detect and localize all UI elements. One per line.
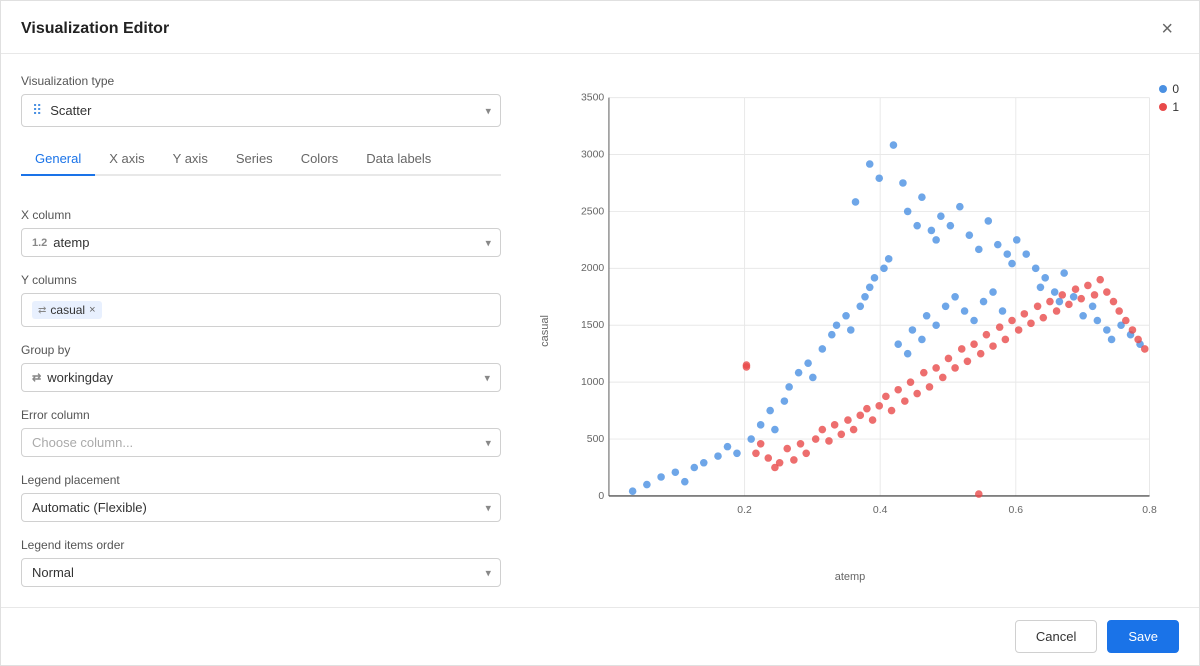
tab-colors[interactable]: Colors bbox=[287, 143, 353, 176]
vis-type-label: Visualization type bbox=[21, 74, 501, 88]
tab-data-labels[interactable]: Data labels bbox=[352, 143, 445, 176]
svg-text:2500: 2500 bbox=[581, 206, 604, 217]
y-axis-label: casual bbox=[539, 315, 551, 347]
scatter-chart: 0 500 1000 1500 2000 2500 3000 3500 0.2 … bbox=[571, 84, 1159, 557]
legend-items-order-select[interactable]: Normal ▾ bbox=[21, 558, 501, 587]
cancel-button[interactable]: Cancel bbox=[1015, 620, 1097, 653]
y-columns-label: Y columns bbox=[21, 273, 501, 287]
chart-container: casual bbox=[521, 74, 1179, 587]
save-button[interactable]: Save bbox=[1107, 620, 1179, 653]
dialog-title: Visualization Editor bbox=[21, 20, 169, 38]
scatter-icon: ⠿ bbox=[32, 102, 42, 119]
svg-text:2000: 2000 bbox=[581, 263, 604, 274]
visualization-editor-dialog: Visualization Editor × Visualization typ… bbox=[0, 0, 1200, 666]
error-column-label: Error column bbox=[21, 408, 501, 422]
group-by-arrow-icon: ▾ bbox=[484, 371, 490, 384]
close-button[interactable]: × bbox=[1155, 17, 1179, 41]
x-col-type-icon: 1.2 bbox=[32, 237, 47, 249]
group-by-icon: ⇄ bbox=[32, 371, 41, 384]
x-column-wrapper: 1.2 atemp ▾ bbox=[21, 228, 501, 257]
x-column-value: atemp bbox=[53, 235, 490, 250]
svg-text:0.8: 0.8 bbox=[1142, 505, 1157, 516]
dialog-header: Visualization Editor × bbox=[1, 1, 1199, 54]
left-panel: Visualization type ⠿ Scatter ▾ General X… bbox=[21, 74, 501, 587]
y-col-tag-icon: ⇄ bbox=[38, 305, 46, 316]
legend-items-order-value: Normal bbox=[32, 565, 490, 580]
chart-panel: 0 1 casual bbox=[521, 74, 1179, 587]
error-column-placeholder: Choose column... bbox=[32, 435, 490, 450]
x-column-select[interactable]: 1.2 atemp ▾ bbox=[21, 228, 501, 257]
svg-text:500: 500 bbox=[587, 434, 605, 445]
svg-text:0.4: 0.4 bbox=[873, 505, 888, 516]
y-col-tag-casual: ⇄ casual × bbox=[32, 301, 102, 319]
tab-y-axis[interactable]: Y axis bbox=[159, 143, 222, 176]
svg-text:3500: 3500 bbox=[581, 92, 604, 103]
vis-type-select-wrapper: ⠿ Scatter ▾ bbox=[21, 94, 501, 127]
svg-text:0.2: 0.2 bbox=[737, 505, 752, 516]
y-columns-select[interactable]: ⇄ casual × bbox=[21, 293, 501, 327]
svg-text:1500: 1500 bbox=[581, 320, 604, 331]
group-by-select[interactable]: ⇄ workingday ▾ bbox=[21, 363, 501, 392]
x-column-label: X column bbox=[21, 208, 501, 222]
group-by-wrapper: ⇄ workingday ▾ bbox=[21, 363, 501, 392]
svg-text:3000: 3000 bbox=[581, 149, 604, 160]
legend-items-order-wrapper: Normal ▾ bbox=[21, 558, 501, 587]
legend-items-order-label: Legend items order bbox=[21, 538, 501, 552]
legend-placement-value: Automatic (Flexible) bbox=[32, 500, 490, 515]
y-col-tag-close[interactable]: × bbox=[89, 304, 95, 316]
legend-placement-select[interactable]: Automatic (Flexible) ▾ bbox=[21, 493, 501, 522]
svg-text:1000: 1000 bbox=[581, 377, 604, 388]
tab-x-axis[interactable]: X axis bbox=[95, 143, 158, 176]
tabs-bar: General X axis Y axis Series Colors Data… bbox=[21, 143, 501, 176]
dialog-body: Visualization type ⠿ Scatter ▾ General X… bbox=[1, 54, 1199, 607]
tab-series[interactable]: Series bbox=[222, 143, 287, 176]
error-column-select[interactable]: Choose column... ▾ bbox=[21, 428, 501, 457]
error-column-wrapper: Choose column... ▾ bbox=[21, 428, 501, 457]
svg-text:0: 0 bbox=[598, 491, 604, 502]
vis-type-value: Scatter bbox=[50, 103, 490, 118]
group-by-value: workingday bbox=[47, 370, 470, 385]
legend-placement-label: Legend placement bbox=[21, 473, 501, 487]
legend-placement-wrapper: Automatic (Flexible) ▾ bbox=[21, 493, 501, 522]
svg-text:0.6: 0.6 bbox=[1009, 505, 1024, 516]
dialog-footer: Cancel Save bbox=[1, 607, 1199, 665]
vis-type-select[interactable]: ⠿ Scatter ▾ bbox=[21, 94, 501, 127]
group-by-label: Group by bbox=[21, 343, 501, 357]
x-axis-label: atemp bbox=[835, 571, 866, 583]
tab-general[interactable]: General bbox=[21, 143, 95, 176]
y-col-tag-name: casual bbox=[50, 303, 85, 317]
